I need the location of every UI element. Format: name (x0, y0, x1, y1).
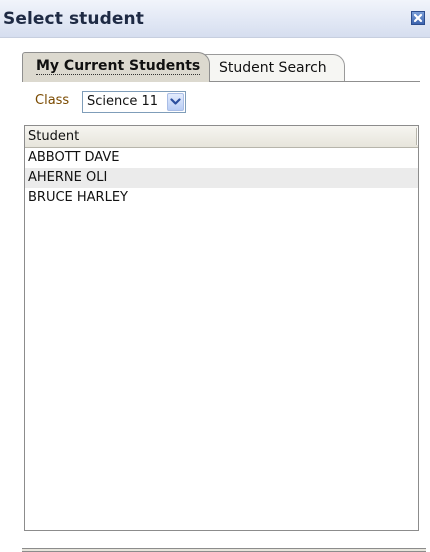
chevron-down-icon (170, 98, 181, 105)
dropdown-button[interactable] (167, 93, 184, 111)
dialog-title: Select student (3, 9, 144, 29)
select-student-dialog: Select student Student Search My Current… (0, 0, 430, 552)
tab-my-current-students-label: My Current Students (36, 58, 201, 75)
student-row[interactable]: ABBOTT DAVE (25, 148, 418, 168)
class-select[interactable]: Science 11 (82, 91, 186, 113)
class-label: Class (35, 93, 70, 108)
student-list: Student ABBOTT DAVE AHERNE OLI BRUCE HAR… (24, 125, 419, 531)
footer-divider (22, 548, 426, 552)
class-select-value: Science 11 (87, 94, 159, 109)
student-row[interactable]: BRUCE HARLEY (25, 188, 418, 208)
student-rows: ABBOTT DAVE AHERNE OLI BRUCE HARLEY (25, 148, 418, 208)
column-header-label: Student (28, 129, 80, 144)
dialog-body: Student Search My Current Students Class… (0, 38, 430, 552)
close-icon (413, 13, 423, 23)
close-button[interactable] (411, 11, 425, 25)
tab-my-current-students[interactable]: My Current Students (22, 52, 210, 82)
title-bar[interactable]: Select student (0, 0, 430, 38)
tab-student-search-label: Student Search (219, 60, 327, 76)
tab-student-search[interactable]: Student Search (203, 54, 345, 81)
column-resize-handle[interactable] (416, 128, 418, 145)
student-row[interactable]: AHERNE OLI (25, 168, 418, 188)
column-header-student[interactable]: Student (25, 126, 418, 148)
